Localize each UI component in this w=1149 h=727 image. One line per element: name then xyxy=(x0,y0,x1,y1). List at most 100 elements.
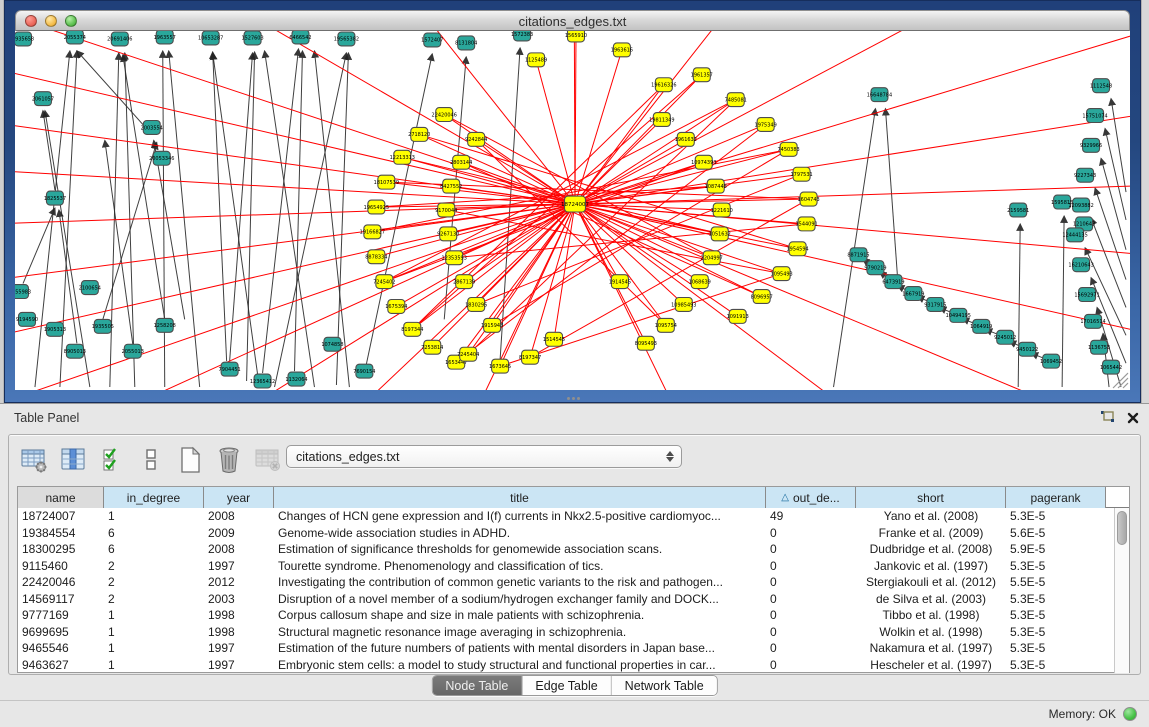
table-cell[interactable]: 9465546 xyxy=(18,640,104,657)
table-cell[interactable]: 9463627 xyxy=(18,657,104,674)
table-cell[interactable]: 0 xyxy=(766,591,856,608)
table-cell[interactable]: 1998 xyxy=(204,624,274,641)
table-cell[interactable]: Stergiakouli et al. (2012) xyxy=(856,574,1006,591)
table-cell[interactable]: 5.3E-5 xyxy=(1006,508,1106,525)
table-cell[interactable]: 1997 xyxy=(204,640,274,657)
table-cell[interactable]: 1 xyxy=(104,607,204,624)
graph-edge-red[interactable] xyxy=(402,157,575,204)
table-cell[interactable]: 2003 xyxy=(204,591,274,608)
table-cell[interactable]: 18724007 xyxy=(18,508,104,525)
table-cell[interactable]: 9115460 xyxy=(18,558,104,575)
table-cell[interactable]: Franke et al. (2009) xyxy=(856,525,1006,542)
column-header-out_de[interactable]: △out_de... xyxy=(766,487,856,508)
graph-edge-black[interactable] xyxy=(169,51,200,387)
graph-edge-black[interactable] xyxy=(213,52,227,361)
graph-edge-black[interactable] xyxy=(77,51,152,135)
graph-edge-black[interactable] xyxy=(336,53,348,385)
memory-status-icon[interactable] xyxy=(1123,707,1137,721)
table-cell[interactable]: 5.3E-5 xyxy=(1006,607,1106,624)
table-cell[interactable]: 1997 xyxy=(204,558,274,575)
table-cell[interactable]: Wolkin et al. (1998) xyxy=(856,624,1006,641)
graph-edge-black[interactable] xyxy=(265,51,315,387)
table-cell[interactable]: 0 xyxy=(766,558,856,575)
close-panel-icon[interactable] xyxy=(1127,411,1139,429)
table-cell[interactable]: 6 xyxy=(104,541,204,558)
table-row[interactable]: 946554611997Estimation of the future num… xyxy=(18,640,1114,657)
show-columns-icon[interactable] xyxy=(58,444,88,476)
table-cell[interactable]: 5.3E-5 xyxy=(1006,657,1106,674)
table-cell[interactable]: 1 xyxy=(104,657,204,674)
graph-edge-black[interactable] xyxy=(154,140,185,319)
graph-edge-red[interactable] xyxy=(15,31,575,204)
table-cell[interactable]: 2012 xyxy=(204,574,274,591)
table-scrollbar[interactable] xyxy=(1114,508,1129,673)
table-row[interactable]: 1456911722003Disruption of a novel membe… xyxy=(18,591,1114,608)
table-cell[interactable]: 2 xyxy=(104,591,204,608)
network-window-titlebar[interactable]: citations_edges.txt xyxy=(15,10,1130,31)
tab-network-table[interactable]: Network Table xyxy=(612,676,717,695)
delete-column-icon[interactable] xyxy=(214,444,244,476)
table-cell[interactable]: 5.3E-5 xyxy=(1006,640,1106,657)
graph-edge-red[interactable] xyxy=(454,224,806,258)
graph-edge-black[interactable] xyxy=(294,51,302,371)
table-cell[interactable]: 5.3E-5 xyxy=(1006,558,1106,575)
table-row[interactable]: 1938455462009Genome-wide association stu… xyxy=(18,525,1114,542)
graph-edge-black[interactable] xyxy=(885,109,897,276)
table-cell[interactable]: 1 xyxy=(104,640,204,657)
table-cell[interactable]: Yano et al. (2008) xyxy=(856,508,1006,525)
graph-edge-black[interactable] xyxy=(1111,99,1126,192)
table-cell[interactable]: Changes of HCN gene expression and I(f) … xyxy=(274,508,766,525)
column-header-name[interactable]: name xyxy=(18,487,104,508)
graph-edge-red[interactable] xyxy=(492,149,788,325)
graph-edge-black[interactable] xyxy=(163,51,165,387)
column-header-year[interactable]: year xyxy=(204,487,274,508)
column-header-title[interactable]: title xyxy=(274,487,766,508)
table-cell[interactable]: Investigating the contribution of common… xyxy=(274,574,766,591)
table-cell[interactable]: 2008 xyxy=(204,508,274,525)
graph-edge-red[interactable] xyxy=(575,204,798,249)
table-cell[interactable]: 2 xyxy=(104,574,204,591)
table-cell[interactable]: 0 xyxy=(766,624,856,641)
graph-edge-black[interactable] xyxy=(103,142,157,319)
table-cell[interactable]: Nakamura et al. (1997) xyxy=(856,640,1006,657)
table-cell[interactable]: 0 xyxy=(766,657,856,674)
table-cell[interactable]: 0 xyxy=(766,640,856,657)
table-row[interactable]: 911546021997Tourette syndrome. Phenomeno… xyxy=(18,558,1114,575)
table-cell[interactable]: 1 xyxy=(104,624,204,641)
network-canvas[interactable]: 1935658205537420691406196355710653287152… xyxy=(15,31,1130,390)
table-cell[interactable]: 6 xyxy=(104,525,204,542)
table-cell[interactable]: de Silva et al. (2003) xyxy=(856,591,1006,608)
select-all-icon[interactable] xyxy=(97,444,127,476)
graph-edge-red[interactable] xyxy=(15,101,575,204)
table-cell[interactable]: Disruption of a novel member of a sodium… xyxy=(274,591,766,608)
graph-edge-red[interactable] xyxy=(575,35,576,204)
graph-edge-red[interactable] xyxy=(575,204,1113,390)
table-cell[interactable]: 0 xyxy=(766,607,856,624)
table-cell[interactable]: 2 xyxy=(104,558,204,575)
table-cell[interactable]: Tibbo et al. (1998) xyxy=(856,607,1006,624)
table-cell[interactable]: Structural magnetic resonance image aver… xyxy=(274,624,766,641)
table-cell[interactable]: 5.3E-5 xyxy=(1006,624,1106,641)
table-cell[interactable]: 9699695 xyxy=(18,624,104,641)
graph-edge-black[interactable] xyxy=(43,111,55,191)
table-cell[interactable]: 19384554 xyxy=(18,525,104,542)
table-cell[interactable]: Tourette syndrome. Phenomenology and cla… xyxy=(274,558,766,575)
graph-edge-red[interactable] xyxy=(575,180,1130,204)
graph-edge-red[interactable] xyxy=(575,85,664,204)
column-header-short[interactable]: short xyxy=(856,487,1006,508)
table-cell[interactable]: 1 xyxy=(104,508,204,525)
table-cell[interactable]: Estimation of the future numbers of pati… xyxy=(274,640,766,657)
resize-grip-icon[interactable] xyxy=(1113,373,1128,388)
table-row[interactable]: 1872400712008Changes of HCN gene express… xyxy=(18,508,1114,525)
table-cell[interactable]: 2008 xyxy=(204,541,274,558)
table-cell[interactable]: Jankovic et al. (1997) xyxy=(856,558,1006,575)
graph-edge-black[interactable] xyxy=(1062,216,1064,387)
table-row[interactable]: 1830029562008Estimation of significance … xyxy=(18,541,1114,558)
table-cell[interactable]: 5.5E-5 xyxy=(1006,574,1106,591)
table-cell[interactable]: 9777169 xyxy=(18,607,104,624)
table-cell[interactable]: 0 xyxy=(766,574,856,591)
table-mode-icon[interactable] xyxy=(19,444,49,476)
table-cell[interactable]: 1998 xyxy=(204,607,274,624)
graph-edge-black[interactable] xyxy=(314,51,349,387)
float-panel-icon[interactable] xyxy=(1100,410,1115,429)
